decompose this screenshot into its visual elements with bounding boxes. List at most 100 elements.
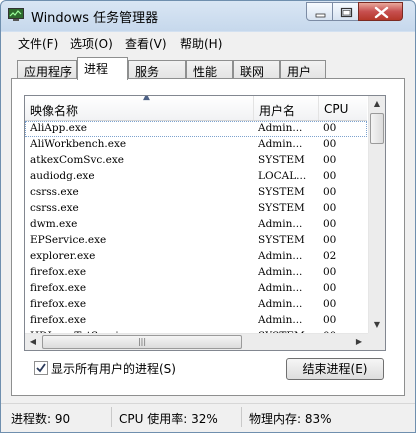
close-button[interactable] — [358, 2, 403, 21]
row-cpu: 00 — [323, 138, 337, 150]
tab-performance[interactable]: 性能 — [186, 60, 233, 79]
show-all-users-checkbox[interactable] — [34, 361, 48, 375]
tab-applications[interactable]: 应用程序 — [17, 60, 77, 79]
row-cpu: 00 — [323, 170, 337, 182]
table-row[interactable]: firefox.exe Admin... 00 — [25, 313, 367, 329]
row-user-name: Admin... — [258, 298, 303, 310]
row-user-name: Admin... — [258, 138, 303, 150]
menu-bar: 文件(F) 选项(O) 查看(V) 帮助(H) — [1, 32, 415, 54]
scroll-up-icon[interactable]: ▲ — [369, 96, 385, 112]
row-cpu: 02 — [323, 250, 337, 262]
scroll-right-icon[interactable]: ▶ — [351, 334, 367, 350]
row-cpu: 00 — [323, 234, 337, 246]
row-image-name: atkexComSvc.exe — [30, 154, 124, 166]
row-image-name: firefox.exe — [30, 314, 87, 326]
maximize-icon — [340, 7, 353, 18]
row-user-name: Admin... — [258, 266, 303, 278]
row-image-name: firefox.exe — [30, 266, 87, 278]
status-physical-memory: 物理内存: 83% — [249, 412, 332, 426]
column-header-cpu[interactable]: CPU — [319, 96, 367, 120]
vertical-scrollbar[interactable]: ▲ ▼ — [368, 96, 385, 333]
minimize-button[interactable] — [306, 2, 333, 21]
table-row[interactable]: audiodg.exe LOCAL... 00 — [25, 169, 367, 185]
list-header: ▲ 映像名称 用户名 CPU — [25, 96, 367, 121]
window-title: Windows 任务管理器 — [31, 11, 159, 26]
table-row[interactable]: AliApp.exe Admin... 00 — [25, 121, 367, 137]
column-header-image-name[interactable]: ▲ 映像名称 — [25, 96, 254, 120]
scroll-left-icon[interactable]: ◀ — [25, 334, 41, 350]
column-header-user-name-label: 用户名 — [259, 104, 296, 118]
row-cpu: 00 — [323, 266, 337, 278]
table-row[interactable]: dwm.exe Admin... 00 — [25, 217, 367, 233]
row-image-name: firefox.exe — [30, 298, 87, 310]
row-image-name: EPService.exe — [30, 234, 107, 246]
row-image-name: AliApp.exe — [30, 122, 88, 134]
row-image-name: csrss.exe — [30, 186, 79, 198]
row-cpu: 00 — [323, 154, 337, 166]
row-user-name: SYSTEM — [258, 186, 305, 198]
scrollbar-corner — [368, 333, 385, 350]
row-user-name: Admin... — [258, 218, 303, 230]
end-process-button[interactable]: 结束进程(E) — [286, 358, 384, 380]
tab-users[interactable]: 用户 — [280, 60, 326, 79]
tab-processes[interactable]: 进程 — [77, 57, 128, 80]
status-divider — [111, 407, 112, 427]
tab-services[interactable]: 服务 — [128, 60, 186, 79]
row-cpu: 00 — [323, 218, 337, 230]
table-row[interactable]: atkexComSvc.exe SYSTEM 00 — [25, 153, 367, 169]
table-row[interactable]: firefox.exe Admin... 00 — [25, 281, 367, 297]
row-user-name: LOCAL... — [258, 170, 307, 182]
table-row[interactable]: csrss.exe SYSTEM 00 — [25, 185, 367, 201]
row-image-name: firefox.exe — [30, 282, 87, 294]
scroll-down-icon[interactable]: ▼ — [369, 317, 385, 333]
show-all-users-label: 显示所有用户的进程(S) — [51, 362, 176, 376]
menu-file[interactable]: 文件(F) — [18, 35, 58, 52]
table-row[interactable]: AliWorkbench.exe Admin... 00 — [25, 137, 367, 153]
column-header-user-name[interactable]: 用户名 — [254, 96, 319, 120]
task-manager-window: Windows 任务管理器 文件(F) 选项(O) 查看(V) 帮助(H) 应用… — [0, 0, 416, 433]
row-cpu: 00 — [323, 314, 337, 326]
row-cpu: 00 — [323, 282, 337, 294]
task-manager-app-icon — [8, 8, 24, 21]
table-row[interactable]: firefox.exe Admin... 00 — [25, 297, 367, 313]
column-header-cpu-label: CPU — [324, 102, 349, 116]
table-row[interactable]: csrss.exe SYSTEM 00 — [25, 201, 367, 217]
process-list[interactable]: ▲ 映像名称 用户名 CPU AliApp.exe Admin... 00 AliW… — [24, 95, 386, 351]
status-bar: 进程数: 90 CPU 使用率: 32% 物理内存: 83% — [1, 403, 415, 432]
row-cpu: 00 — [323, 298, 337, 310]
close-icon — [374, 6, 389, 19]
row-image-name: csrss.exe — [30, 202, 79, 214]
row-user-name: Admin... — [258, 282, 303, 294]
menu-options[interactable]: 选项(O) — [70, 35, 113, 52]
column-header-image-name-label: 映像名称 — [30, 104, 79, 118]
status-process-count: 进程数: 90 — [11, 412, 71, 426]
row-user-name: SYSTEM — [258, 154, 305, 166]
horizontal-scroll-thumb[interactable]: ||| — [42, 335, 242, 349]
title-bar[interactable]: Windows 任务管理器 — [1, 1, 415, 31]
horizontal-scrollbar[interactable]: ◀ ||| ▶ — [25, 333, 368, 350]
maximize-button[interactable] — [332, 2, 359, 21]
row-user-name: SYSTEM — [258, 234, 305, 246]
row-image-name: audiodg.exe — [30, 170, 95, 182]
checkmark-icon — [36, 363, 46, 373]
sort-ascending-icon: ▲ — [143, 95, 150, 102]
row-image-name: AliWorkbench.exe — [30, 138, 127, 150]
process-rows: AliApp.exe Admin... 00 AliWorkbench.exe Adm… — [25, 121, 367, 345]
table-row[interactable]: firefox.exe Admin... 00 — [25, 265, 367, 281]
table-row[interactable]: EPService.exe SYSTEM 00 — [25, 233, 367, 249]
row-user-name: Admin... — [258, 314, 303, 326]
row-image-name: dwm.exe — [30, 218, 78, 230]
menu-help[interactable]: 帮助(H) — [180, 35, 222, 52]
vertical-scroll-thumb[interactable] — [370, 113, 384, 144]
row-user-name: Admin... — [258, 122, 303, 134]
menu-view[interactable]: 查看(V) — [125, 35, 167, 52]
client-area: 应用程序 进程 服务 性能 联网 用户 ▲ 映像名称 用户名 CPU AliAp… — [1, 54, 415, 432]
row-cpu: 00 — [323, 186, 337, 198]
row-user-name: SYSTEM — [258, 202, 305, 214]
row-user-name: Admin... — [258, 250, 303, 262]
table-row[interactable]: explorer.exe Admin... 02 — [25, 249, 367, 265]
tab-networking[interactable]: 联网 — [233, 60, 280, 79]
status-divider — [241, 407, 242, 427]
minimize-icon — [315, 13, 326, 18]
row-cpu: 00 — [323, 122, 337, 134]
